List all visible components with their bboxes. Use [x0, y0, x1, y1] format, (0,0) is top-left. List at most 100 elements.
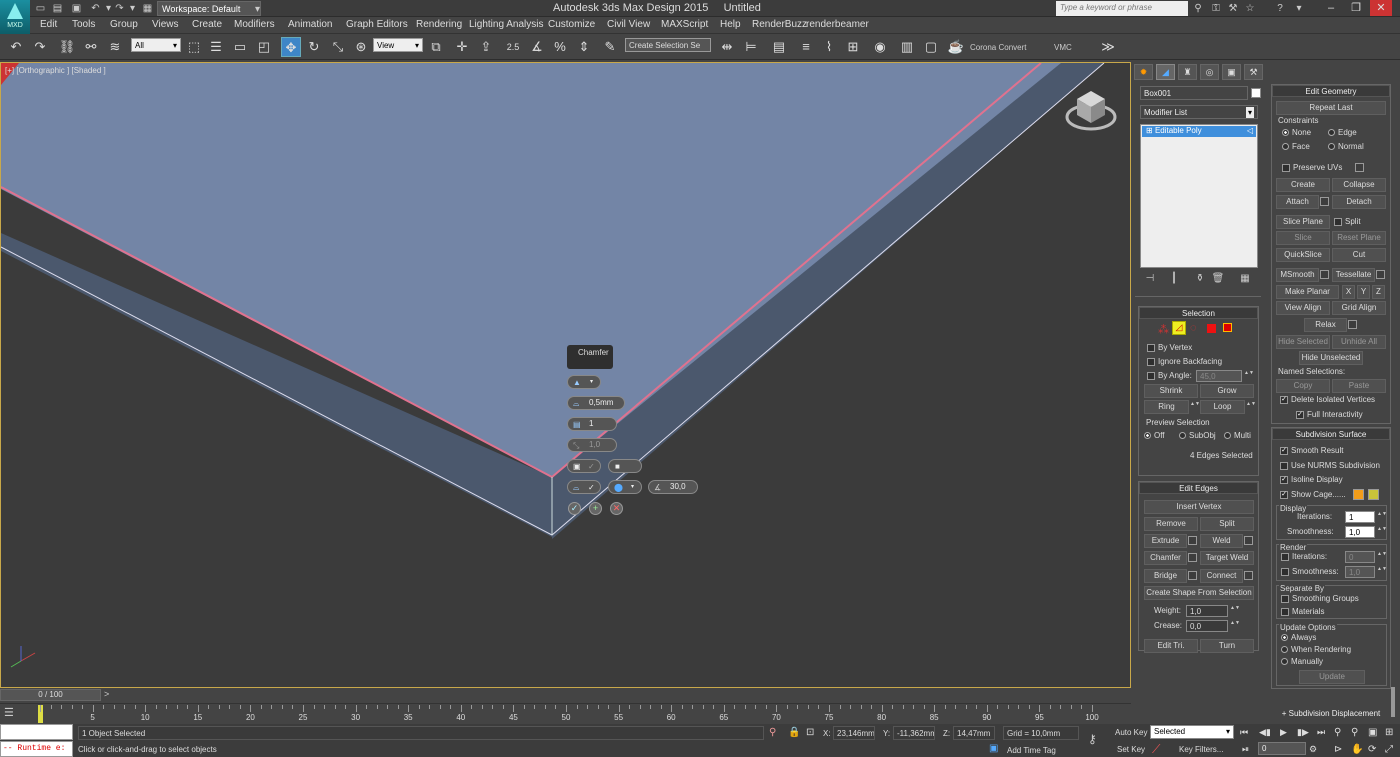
split-edge-button[interactable]: Split: [1200, 517, 1254, 531]
redo-icon[interactable]: ↷: [113, 2, 126, 15]
render-iterations-spinner[interactable]: 0: [1345, 551, 1375, 563]
smooth-type-dropdown[interactable]: ⬤ ▾: [608, 480, 642, 494]
selection-filter-dropdown[interactable]: All ▾: [131, 38, 181, 52]
preview-multi-radio[interactable]: Multi: [1224, 431, 1251, 440]
chamfer-tension-spinner[interactable]: ⤡ 1,0: [567, 438, 617, 452]
keyboard-shortcut-override-icon[interactable]: ⇪: [476, 37, 496, 57]
render-smoothness-checkbox[interactable]: Smoothness:: [1281, 567, 1339, 576]
create-shape-button[interactable]: Create Shape From Selection: [1144, 586, 1254, 600]
absolute-mode-icon[interactable]: ⊡: [806, 727, 814, 738]
tessellate-button[interactable]: Tessellate: [1332, 268, 1375, 282]
menu-group[interactable]: Group: [110, 19, 138, 30]
current-frame-field[interactable]: 0: [1258, 742, 1306, 755]
menu-help[interactable]: Help: [720, 19, 741, 30]
object-color-swatch[interactable]: [1251, 88, 1261, 98]
track-bar-menu-icon[interactable]: ☰: [4, 706, 14, 719]
remove-modifier-icon[interactable]: 🗑: [1211, 272, 1225, 286]
viewcube-icon[interactable]: [1065, 83, 1121, 137]
snaps-toggle-icon[interactable]: 2.5: [503, 37, 523, 57]
pivot-center-icon[interactable]: ⧉: [426, 37, 446, 57]
planar-x-button[interactable]: X: [1342, 285, 1355, 299]
modifier-stack[interactable]: ⊞ Editable Poly ◁: [1140, 124, 1258, 268]
constraint-edge-radio[interactable]: Edge: [1328, 128, 1357, 137]
grow-button[interactable]: Grow: [1200, 384, 1254, 398]
update-manually-radio[interactable]: Manually: [1281, 657, 1323, 666]
copy-button[interactable]: Copy: [1276, 379, 1330, 393]
smooth-toggle[interactable]: ⌓ ✓: [567, 480, 601, 494]
favorites-icon[interactable]: ☆: [1243, 2, 1257, 16]
smoothness-spinner[interactable]: 1,0: [1345, 526, 1375, 538]
isolate-selection-icon[interactable]: ⚲: [769, 727, 776, 738]
object-name-field[interactable]: Box001: [1140, 86, 1248, 100]
viewport-label[interactable]: [+] [Orthographic ] [Shaded ]: [5, 66, 106, 75]
update-when-rendering-radio[interactable]: When Rendering: [1281, 645, 1351, 654]
tessellate-settings-icon[interactable]: [1376, 270, 1385, 279]
preserve-uvs-checkbox[interactable]: Preserve UVs: [1282, 163, 1342, 172]
next-frame-icon[interactable]: >: [104, 689, 109, 699]
undo-icon[interactable]: ↶: [89, 2, 102, 15]
close-icon[interactable]: ✕: [1370, 0, 1392, 16]
pan-view-icon[interactable]: ✋: [1351, 744, 1363, 755]
extrude-settings-icon[interactable]: [1188, 536, 1197, 545]
menu-maxscript[interactable]: MAXScript: [661, 19, 708, 30]
viewport-orthographic[interactable]: [+] [Orthographic ] [Shaded ] Chamfer ▲ ▾…: [0, 62, 1131, 688]
go-to-start-icon[interactable]: ⏮: [1240, 727, 1248, 738]
spinner-arrows-icon[interactable]: ▲▼: [1377, 526, 1387, 538]
add-time-tag-button[interactable]: Add Time Tag: [1007, 746, 1056, 755]
weld-settings-icon[interactable]: [1244, 536, 1253, 545]
loop-button[interactable]: Loop: [1200, 400, 1245, 414]
remove-button[interactable]: Remove: [1144, 517, 1198, 531]
time-slider-handle[interactable]: 0 / 100: [0, 689, 101, 701]
chamfer-type-dropdown[interactable]: ▲ ▾: [567, 375, 601, 389]
menu-create[interactable]: Create: [192, 19, 222, 30]
iterations-spinner[interactable]: 1: [1345, 511, 1375, 523]
ignore-backfacing-checkbox[interactable]: Ignore Backfacing: [1147, 357, 1222, 366]
auto-key-button[interactable]: Auto Key: [1115, 728, 1147, 737]
select-and-scale-icon[interactable]: ⤡: [328, 37, 348, 57]
make-unique-icon[interactable]: ⚱: [1193, 272, 1207, 286]
render-setup-icon[interactable]: ▥: [897, 37, 917, 57]
selection-header[interactable]: Selection: [1139, 307, 1258, 319]
help-icon[interactable]: ?: [1273, 2, 1287, 16]
caddy-cancel-icon[interactable]: ✕: [610, 502, 623, 515]
select-by-name-icon[interactable]: ☰: [206, 37, 226, 57]
time-tag-icon[interactable]: ▣: [989, 743, 998, 754]
unlink-selection-icon[interactable]: ⚯: [81, 37, 101, 57]
planar-z-button[interactable]: Z: [1372, 285, 1385, 299]
spinner-snap-icon[interactable]: ⇕: [574, 37, 594, 57]
menu-renderbuzz[interactable]: RenderBuzz: [752, 19, 807, 30]
modifier-list-dropdown[interactable]: Modifier List ▾: [1140, 105, 1258, 119]
attach-list-icon[interactable]: [1320, 197, 1329, 206]
vertex-mode-icon[interactable]: ⁂: [1158, 323, 1169, 336]
full-interactivity-checkbox[interactable]: ✓ Full Interactivity: [1296, 410, 1363, 419]
communication-icon[interactable]: ⚒: [1226, 2, 1240, 16]
preview-off-radio[interactable]: Off: [1144, 431, 1165, 440]
spinner-arrows-icon[interactable]: ▲▼: [1230, 620, 1240, 632]
select-and-place-icon[interactable]: ⊛: [351, 37, 371, 57]
reference-coordinate-dropdown[interactable]: View ▾: [373, 38, 423, 52]
repeat-last-button[interactable]: Repeat Last: [1276, 101, 1386, 115]
vmc-button[interactable]: VMC: [1054, 43, 1072, 52]
update-button[interactable]: Update: [1299, 670, 1365, 684]
set-key-button[interactable]: Set Key: [1117, 745, 1145, 754]
caddy-ok-icon[interactable]: ✓: [568, 502, 581, 515]
isoline-display-checkbox[interactable]: ✓ Isoline Display: [1280, 475, 1343, 484]
materials-checkbox[interactable]: Materials: [1281, 607, 1324, 616]
weld-button[interactable]: Weld: [1200, 534, 1243, 548]
utilities-tab-icon[interactable]: ⚒: [1244, 64, 1263, 80]
workspace-chevron-icon[interactable]: ▾: [251, 3, 264, 16]
paste-button[interactable]: Paste: [1332, 379, 1386, 393]
chamfer-segments-spinner[interactable]: ▤ 1: [567, 417, 617, 431]
set-key-icon[interactable]: ⟋: [1152, 742, 1160, 757]
y-coord-field[interactable]: -11,362mm: [893, 726, 935, 740]
toggle-layer-explorer-icon[interactable]: ≡: [796, 37, 816, 57]
constraint-normal-radio[interactable]: Normal: [1328, 142, 1364, 151]
select-and-link-icon[interactable]: ⛓: [57, 37, 77, 57]
curve-editor-icon[interactable]: ⌇: [819, 37, 839, 57]
constraint-none-radio[interactable]: None: [1282, 128, 1311, 137]
edit-named-selection-icon[interactable]: ✎: [600, 37, 620, 57]
edit-tri-button[interactable]: Edit Tri.: [1144, 639, 1198, 653]
key-icon[interactable]: ⚷: [1088, 732, 1097, 746]
toggle-scene-explorer-icon[interactable]: ▤: [769, 37, 789, 57]
new-file-icon[interactable]: ▭: [34, 2, 47, 15]
